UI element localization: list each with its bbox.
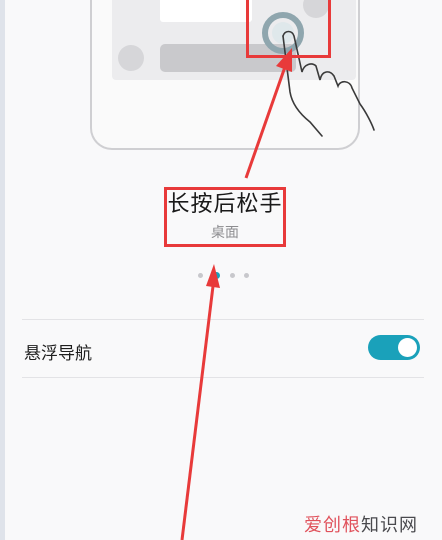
- watermark-part-a: 爱创根: [304, 515, 361, 536]
- watermark-part-b: 知识网: [361, 515, 418, 536]
- annotation-arrows: [180, 48, 292, 540]
- watermark: 爱创根知识网: [304, 511, 418, 537]
- arrow-line-lower: [180, 277, 216, 540]
- arrow-head-lower: [206, 264, 220, 288]
- arrow-head-upper: [276, 48, 292, 72]
- arrow-line-upper: [244, 63, 288, 179]
